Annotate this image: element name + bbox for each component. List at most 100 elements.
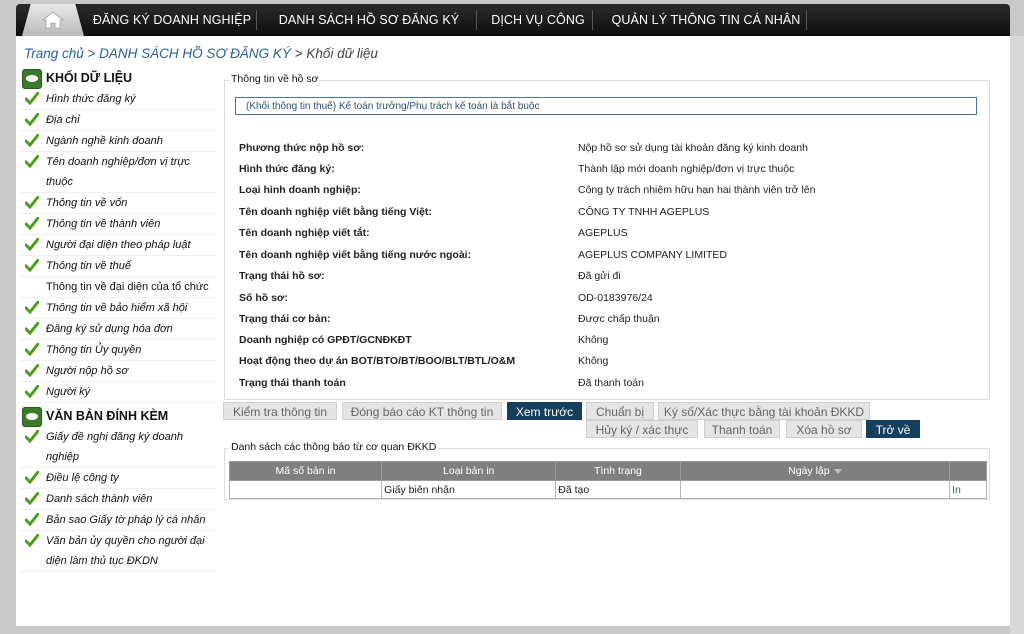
cell-loai-ban-in: Giấy biên nhận	[381, 480, 557, 499]
top-navigation: ĐĂNG KÝ DOANH NGHIỆP DANH SÁCH HỒ SƠ ĐĂN…	[16, 4, 1010, 36]
cancel-sign-button[interactable]: Hủy ký / xác thực	[586, 420, 698, 438]
table-row: Giấy biên nhận Đã tạo In	[228, 480, 987, 499]
info-value: Đã thanh toán	[578, 377, 644, 389]
sidebar-item-uy-quyen[interactable]: Thông tin Ủy quyền	[20, 340, 216, 361]
cell-ma-so	[228, 480, 383, 499]
col-loai-ban-in[interactable]: Loại bản in	[381, 461, 557, 481]
back-button[interactable]: Trở về	[866, 420, 920, 438]
info-row: Trạng thái cơ bản: Được chấp thuận	[239, 311, 979, 327]
col-tinh-trang[interactable]: Tình trạng	[555, 461, 681, 481]
breadcrumb-separator: >	[290, 46, 307, 61]
print-link[interactable]: In	[949, 480, 987, 499]
info-value: Công ty trách nhiệm hữu hạn hai thành vi…	[578, 184, 816, 196]
check-icon	[25, 534, 39, 547]
sidebar-item-giay-de-nghi[interactable]: Giấy đề nghị đăng ký doanh nghiệp	[20, 427, 216, 468]
check-icon	[25, 196, 39, 209]
sidebar-item-bao-hiem-xa-hoi[interactable]: Thông tin về bảo hiểm xã hội	[20, 298, 216, 319]
home-tab[interactable]	[22, 4, 84, 36]
prepare-button[interactable]: Chuẩn bị	[586, 402, 654, 420]
info-value: AGEPLUS	[578, 227, 628, 239]
sidebar-item-danh-sach-thanh-vien[interactable]: Danh sách thành viên	[20, 489, 216, 510]
col-action	[949, 461, 987, 481]
table-header-row: Mã số bản in Loại bản in Tình trạng Ngày…	[228, 461, 987, 481]
nav-separator	[592, 10, 593, 30]
cell-ngay-lap	[679, 480, 951, 499]
sidebar-item-label: Người ký	[46, 386, 91, 398]
info-value: CÔNG TY TNHH AGEPLUS	[578, 206, 710, 218]
sidebar-item-label: Thông tin về thuế	[46, 260, 132, 272]
nav-dang-ky-doanh-nghiep[interactable]: ĐĂNG KÝ DOANH NGHIỆP	[88, 4, 256, 36]
check-icon	[25, 217, 39, 230]
check-icon	[25, 259, 39, 272]
nav-separator	[806, 10, 807, 30]
check-icon	[25, 513, 39, 526]
info-row: Số hồ sơ: OD-0183976/24	[239, 290, 979, 306]
sidebar-item-hoa-don[interactable]: Đăng ký sử dụng hóa đơn	[20, 319, 216, 340]
sidebar-item-van-ban-uy-quyen[interactable]: Văn bản ủy quyền cho người đại diện làm …	[20, 531, 216, 572]
sidebar-item-thanh-vien[interactable]: Thông tin về thành viên	[20, 214, 216, 235]
info-label: Phương thức nộp hồ sơ:	[239, 142, 365, 154]
nav-dich-vu-cong[interactable]: DỊCH VỤ CÔNG	[486, 4, 590, 36]
sidebar-item-label: Giấy đề nghị đăng ký doanh nghiệp	[46, 431, 183, 463]
info-value: Được chấp thuận	[578, 313, 660, 325]
check-icon	[25, 113, 39, 126]
section-icon	[22, 69, 42, 89]
sidebar-item-thong-tin-von[interactable]: Thông tin về vốn	[20, 193, 216, 214]
info-row: Tên doanh nghiệp viết bằng tiếng nước ng…	[239, 247, 979, 263]
info-label: Trạng thái thanh toán	[239, 377, 346, 389]
col-ngay-lap[interactable]: Ngày lập	[679, 461, 951, 481]
info-value: Đã gửi đi	[578, 270, 621, 282]
info-value: OD-0183976/24	[578, 292, 653, 304]
info-value: Thành lập mới doanh nghiệp/đơn vị trực t…	[578, 163, 795, 175]
sidebar-item-hinh-thuc-dang-ky[interactable]: Hình thức đăng ký	[20, 89, 216, 110]
info-label: Hình thức đăng ký:	[239, 163, 335, 175]
col-ma-so[interactable]: Mã số bản in	[228, 461, 383, 481]
sidebar-item-label: Thông tin Ủy quyền	[46, 344, 142, 356]
report-kt-button[interactable]: Đóng báo cáo KT thông tin	[342, 402, 502, 420]
preview-button[interactable]: Xem trước	[507, 402, 582, 420]
check-icon	[25, 430, 39, 443]
sidebar-item-dieu-le[interactable]: Điều lệ công ty	[20, 468, 216, 489]
delete-dossier-button[interactable]: Xóa hồ sơ	[786, 420, 862, 438]
sidebar-item-ten-doanh-nghiep[interactable]: Tên doanh nghiệp/đơn vị trực thuộc	[20, 152, 216, 193]
sidebar-item-thue[interactable]: Thông tin về thuế	[20, 256, 216, 277]
check-icon	[25, 343, 39, 356]
sign-button[interactable]: Ký số/Xác thực bằng tài khoản ĐKKD	[658, 402, 870, 420]
sidebar-item-label: Người nộp hồ sơ	[46, 365, 129, 377]
nav-danh-sach-ho-so[interactable]: DANH SÁCH HỒ SƠ ĐĂNG KÝ	[272, 4, 466, 36]
nav-separator	[476, 10, 477, 30]
info-label: Loại hình doanh nghiệp:	[239, 184, 361, 196]
sidebar-item-label: Thông tin về thành viên	[46, 218, 161, 230]
check-icon	[25, 301, 39, 314]
info-row: Tên doanh nghiệp viết bằng tiếng Việt: C…	[239, 204, 979, 220]
sidebar-item-dia-chi[interactable]: Địa chỉ	[20, 110, 216, 131]
sidebar-item-nguoi-nop[interactable]: Người nộp hồ sơ	[20, 361, 216, 382]
notices-panel: Danh sách các thông báo từ cơ quan ĐKKD …	[224, 441, 990, 500]
info-row: Doanh nghiệp có GPĐT/GCNĐKĐT Không	[239, 332, 979, 348]
info-row: Hoạt động theo dự án BOT/BTO/BT/BOO/BLT/…	[239, 353, 979, 369]
check-icon	[25, 364, 39, 377]
sidebar-item-ban-sao-giay-to[interactable]: Bản sao Giấy tờ pháp lý cá nhân	[20, 510, 216, 531]
sidebar: KHỐI DỮ LIỆU Hình thức đăng ký Địa chỉ N…	[20, 67, 216, 572]
cell-tinh-trang: Đã tạo	[555, 480, 681, 499]
page-scrollbar[interactable]	[1010, 36, 1024, 634]
info-label: Trạng thái cơ bản:	[239, 313, 331, 325]
info-value: AGEPLUS COMPANY LIMITED	[578, 249, 727, 261]
check-info-button[interactable]: Kiểm tra thông tin	[223, 402, 337, 420]
payment-button[interactable]: Thanh toán	[704, 420, 780, 438]
breadcrumb-home-link[interactable]: Trang chủ	[24, 46, 84, 61]
sidebar-item-label: Tên doanh nghiệp/đơn vị trực thuộc	[46, 156, 190, 188]
check-icon	[25, 134, 39, 147]
check-icon	[25, 238, 39, 251]
check-icon	[25, 492, 39, 505]
sidebar-item-nguoi-dai-dien[interactable]: Người đại diện theo pháp luật	[20, 235, 216, 256]
sidebar-item-nguoi-ky[interactable]: Người ký	[20, 382, 216, 403]
ho-so-info-panel: Thông tin về hồ sơ (Khối thông tin thuế)…	[224, 73, 990, 400]
nav-quan-ly-thong-tin[interactable]: QUẢN LÝ THÔNG TIN CÁ NHÂN	[606, 4, 806, 36]
sidebar-item-label: Thông tin về vốn	[46, 197, 128, 209]
info-label: Tên doanh nghiệp viết bằng tiếng Việt:	[239, 206, 432, 218]
breadcrumb-list-link[interactable]: DANH SÁCH HỒ SƠ ĐĂNG KÝ	[99, 46, 291, 61]
sidebar-item-nganh-nghe[interactable]: Ngành nghề kinh doanh	[20, 131, 216, 152]
info-row: Hình thức đăng ký: Thành lập mới doanh n…	[239, 161, 979, 177]
sidebar-item-dai-dien-to-chuc[interactable]: Thông tin về đại diện của tổ chức	[20, 277, 216, 298]
